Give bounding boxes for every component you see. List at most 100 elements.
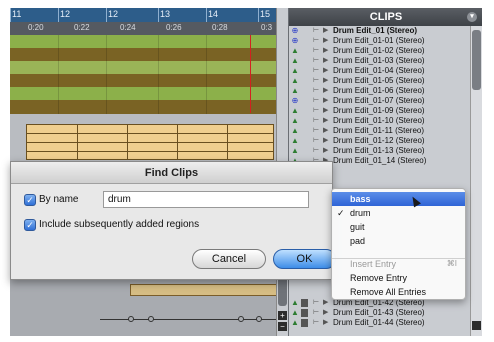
disclosure-triangle-icon[interactable]: ▶ — [323, 136, 328, 146]
expand-icon[interactable]: ⊢ — [313, 96, 319, 106]
menu-item-label: pad — [350, 236, 366, 246]
track-lane[interactable] — [10, 74, 286, 87]
clip-list-item[interactable]: ▲ ⊢ ▶ Drum Edit_01-03 (Stereo) — [289, 56, 471, 66]
disclosure-triangle-icon[interactable]: ▶ — [323, 76, 328, 86]
disclosure-triangle-icon[interactable]: ▶ — [323, 298, 328, 308]
audio-clip[interactable] — [130, 284, 280, 296]
disclosure-triangle-icon[interactable]: ▶ — [323, 146, 328, 156]
scrollbar-thumb[interactable] — [278, 276, 287, 306]
zoom-in-icon[interactable]: + — [278, 311, 287, 320]
disclosure-triangle-icon[interactable]: ▶ — [323, 318, 328, 328]
automation-breakpoint[interactable] — [256, 316, 262, 322]
disclosure-triangle-icon[interactable]: ▶ — [323, 46, 328, 56]
time-tick: 0:20 — [28, 23, 44, 32]
bar-line — [258, 8, 259, 22]
bar-tick: 12 — [60, 9, 71, 19]
bar-line — [158, 8, 159, 22]
disclosure-triangle-icon[interactable]: ▶ — [323, 86, 328, 96]
disclosure-triangle-icon[interactable]: ▶ — [323, 308, 328, 318]
include-regions-label: Include subsequently added regions — [39, 219, 200, 230]
clip-list-item[interactable]: ⊕ ⊢ ▶ Drum Edit_01-07 (Stereo) — [289, 96, 471, 106]
expand-icon[interactable]: ⊢ — [313, 308, 319, 318]
clips-menu-icon[interactable]: ▾ — [467, 12, 477, 22]
expand-icon[interactable]: ⊢ — [313, 36, 319, 46]
automation-breakpoint[interactable] — [128, 316, 134, 322]
midi-region[interactable] — [26, 124, 274, 160]
track-lane[interactable] — [10, 35, 286, 48]
menu-item-bass[interactable]: bass — [332, 192, 465, 206]
disclosure-triangle-icon[interactable]: ▶ — [323, 116, 328, 126]
disclosure-triangle-icon[interactable]: ▶ — [323, 106, 328, 116]
min-sec-ruler[interactable]: 0:20 0:22 0:24 0:26 0:28 0:3 — [10, 22, 286, 35]
menu-item-remove-all[interactable]: Remove All Entries — [332, 285, 465, 299]
disclosure-triangle-icon[interactable]: ▶ — [323, 56, 328, 66]
clip-list-item[interactable]: ▲ ⊢ ▶ Drum Edit_01-10 (Stereo) — [289, 116, 471, 126]
automation-breakpoint[interactable] — [148, 316, 154, 322]
playhead-line[interactable] — [250, 35, 251, 113]
expand-icon[interactable]: ⊢ — [313, 76, 319, 86]
clip-list-item[interactable]: ⊕ ⊢ ▶ Drum Edit_01 (Stereo) — [289, 26, 471, 36]
track-lane[interactable] — [10, 87, 286, 100]
clip-name: Drum Edit_01-05 (Stereo) — [333, 76, 425, 85]
dialog-title: Find Clips — [11, 162, 332, 184]
by-name-label: By name — [39, 194, 79, 205]
automation-breakpoint[interactable] — [238, 316, 244, 322]
menu-item-guit[interactable]: guit — [332, 220, 465, 234]
clip-list-item[interactable]: ▲ ⊢ ▶ Drum Edit_01-02 (Stereo) — [289, 46, 471, 56]
disclosure-triangle-icon[interactable]: ▶ — [323, 26, 328, 36]
expand-icon[interactable]: ⊢ — [313, 106, 319, 116]
menu-shortcut: ⌘I — [446, 259, 457, 268]
disclosure-triangle-icon[interactable]: ▶ — [323, 66, 328, 76]
clip-name: Drum Edit_01-06 (Stereo) — [333, 86, 425, 95]
menu-item-label: guit — [350, 222, 365, 232]
include-regions-checkbox[interactable]: ✓ — [24, 219, 36, 231]
menu-item-pad[interactable]: pad — [332, 234, 465, 248]
expand-icon[interactable]: ⊢ — [313, 298, 319, 308]
expand-icon[interactable]: ⊢ — [313, 126, 319, 136]
ok-button[interactable]: OK — [273, 249, 336, 269]
expand-icon[interactable]: ⊢ — [313, 66, 319, 76]
expand-icon[interactable]: ⊢ — [313, 46, 319, 56]
clip-list-item[interactable]: ▲ ⊢ ▶ Drum Edit_01-09 (Stereo) — [289, 106, 471, 116]
name-search-field[interactable]: drum — [103, 191, 309, 208]
track-lane[interactable] — [10, 61, 286, 74]
expand-icon[interactable]: ⊢ — [313, 56, 319, 66]
bar-tick: 11 — [12, 9, 22, 19]
clip-name: Drum Edit_01-07 (Stereo) — [333, 96, 425, 105]
clip-list-item[interactable]: ▲ ⊢ ▶ Drum Edit_01-44 (Stereo) — [289, 318, 471, 328]
menu-item-remove-entry[interactable]: Remove Entry — [332, 271, 465, 285]
bars-beats-ruler[interactable]: 11 12 12 13 14 15 ⇅ — [10, 8, 286, 22]
clip-list-item[interactable]: ⊕ ⊢ ▶ Drum Edit_01-01 (Stereo) — [289, 36, 471, 46]
disclosure-triangle-icon[interactable]: ▶ — [323, 96, 328, 106]
audio-clip-icon: ▲ — [291, 66, 299, 75]
track-lane[interactable] — [10, 48, 286, 61]
menu-item-drum[interactable]: ✓ drum — [332, 206, 465, 220]
clip-list-item[interactable]: ▲ ⊢ ▶ Drum Edit_01-05 (Stereo) — [289, 76, 471, 86]
clip-list-item[interactable]: ▲ ⊢ ▶ Drum Edit_01-06 (Stereo) — [289, 86, 471, 96]
expand-icon[interactable]: ⊢ — [313, 146, 319, 156]
cancel-button[interactable]: Cancel — [192, 249, 266, 269]
expand-icon[interactable]: ⊢ — [313, 318, 319, 328]
disclosure-triangle-icon[interactable]: ▶ — [323, 36, 328, 46]
clip-list-item[interactable]: ▲ ⊢ ▶ Drum Edit_01-13 (Stereo) — [289, 146, 471, 156]
clip-list-item[interactable]: ▲ ⊢ ▶ Drum Edit_01-11 (Stereo) — [289, 126, 471, 136]
clip-list-item[interactable]: ▲ ⊢ ▶ Drum Edit_01-04 (Stereo) — [289, 66, 471, 76]
expand-icon[interactable]: ⊢ — [313, 86, 319, 96]
zoom-out-icon[interactable]: − — [278, 322, 287, 331]
clips-scroll-down-icon[interactable] — [472, 321, 481, 330]
audio-clip-icon: ▲ — [291, 308, 299, 317]
mute-icon — [301, 309, 308, 317]
expand-icon[interactable]: ⊢ — [313, 116, 319, 126]
clips-scroll-thumb[interactable] — [472, 30, 481, 90]
audio-clip-icon: ▲ — [291, 46, 299, 55]
track-lane[interactable] — [10, 100, 286, 114]
audio-clip-icon: ▲ — [291, 86, 299, 95]
expand-icon[interactable]: ⊢ — [313, 26, 319, 36]
clips-scrollbar[interactable] — [470, 26, 482, 336]
automation-line[interactable] — [100, 316, 276, 322]
by-name-checkbox[interactable]: ✓ — [24, 194, 36, 206]
clip-list-item[interactable]: ▲ ⊢ ▶ Drum Edit_01-43 (Stereo) — [289, 308, 471, 318]
disclosure-triangle-icon[interactable]: ▶ — [323, 126, 328, 136]
clip-list-item[interactable]: ▲ ⊢ ▶ Drum Edit_01-12 (Stereo) — [289, 136, 471, 146]
expand-icon[interactable]: ⊢ — [313, 136, 319, 146]
